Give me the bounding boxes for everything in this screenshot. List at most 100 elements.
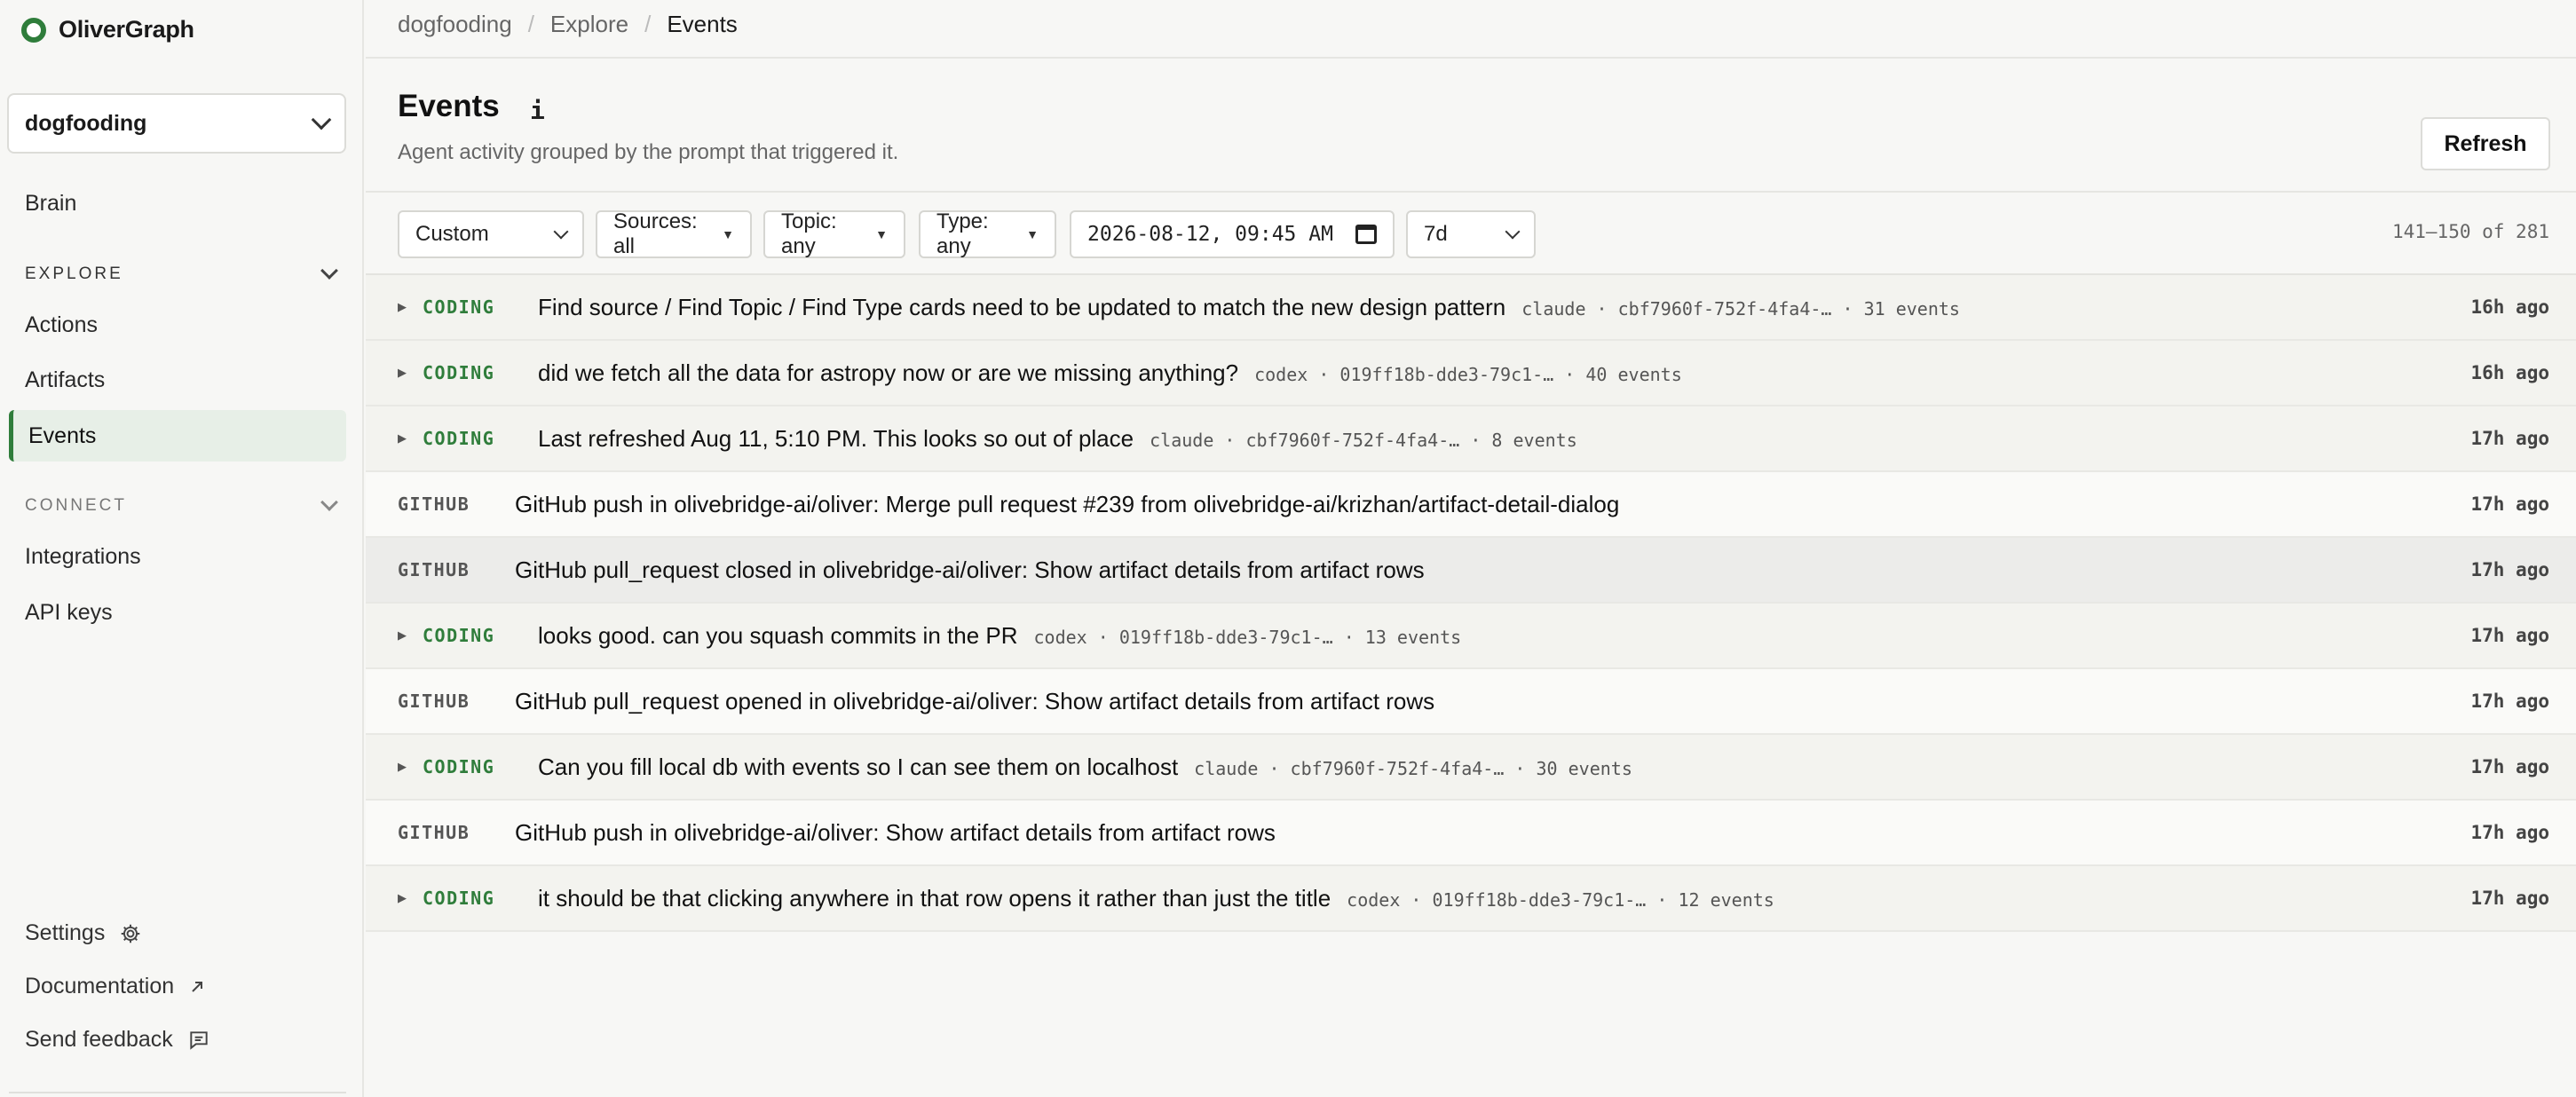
event-row[interactable]: ▶ CODING did we fetch all the data for as…	[366, 341, 2576, 406]
caret-down-icon: ▼	[875, 227, 888, 241]
sources-filter-label: Sources: all	[613, 209, 698, 258]
event-body: GitHub pull_request opened in olivebridg…	[515, 688, 1434, 715]
settings-link[interactable]: Settings	[25, 920, 142, 946]
page-title: Events	[398, 89, 500, 123]
event-type-tag: CODING	[423, 428, 495, 449]
expand-triangle-icon[interactable]: ▶	[398, 628, 407, 643]
chevron-down-icon	[311, 109, 332, 130]
event-message: it should be that clicking anywhere in t…	[538, 884, 1331, 912]
event-body: Can you fill local db with events so I c…	[538, 754, 1632, 781]
event-message: GitHub pull_request closed in olivebridg…	[515, 556, 1425, 583]
expand-triangle-icon[interactable]: ▶	[398, 300, 407, 314]
event-time: 16h ago	[2470, 362, 2549, 383]
external-link-icon	[192, 981, 203, 992]
pagination-summary: 141–150 of 281	[2391, 221, 2549, 242]
type-filter-label: Type: any	[936, 209, 989, 258]
chevron-down-icon	[553, 224, 569, 240]
event-type-tag: CODING	[423, 756, 495, 777]
divider	[9, 1092, 346, 1093]
event-body: GitHub push in olivebridge-ai/oliver: Sh…	[515, 819, 1276, 847]
event-body: did we fetch all the data for astropy no…	[538, 359, 1682, 387]
range-preset-value: Custom	[415, 222, 489, 246]
brand[interactable]: OliverGraph	[21, 16, 194, 43]
expand-triangle-icon[interactable]: ▶	[398, 366, 407, 380]
event-row[interactable]: GITHUB GitHub pull_request opened in oli…	[366, 669, 2576, 735]
sidebar: OliverGraph dogfooding Brain EXPLORE Act…	[0, 0, 364, 1097]
datetime-value: 2026-08-12, 09:45 AM	[1087, 223, 1333, 246]
sidebar-item-brain[interactable]: Brain	[9, 178, 346, 229]
breadcrumb-separator: /	[644, 11, 652, 37]
sources-filter[interactable]: Sources: all ▼	[596, 209, 752, 258]
event-message: GitHub push in olivebridge-ai/oliver: Me…	[515, 490, 1620, 517]
event-row[interactable]: ▶ CODING it should be that clicking anywh…	[366, 866, 2576, 932]
breadcrumb-item[interactable]: dogfooding	[398, 11, 512, 38]
event-meta: codex · 019ff18b-dde3-79c1-… · 13 events	[1033, 626, 1462, 648]
event-row[interactable]: GITHUB GitHub push in olivebridge-ai/oli…	[366, 801, 2576, 866]
sidebar-item-integrations[interactable]: Integrations	[9, 531, 346, 582]
window-select[interactable]: 7d	[1406, 210, 1536, 258]
event-type-tag: GITHUB	[398, 493, 470, 515]
main-content: dogfooding / Explore / Events Events i A…	[366, 0, 2576, 1097]
event-row[interactable]: GITHUB GitHub push in olivebridge-ai/oli…	[366, 472, 2576, 538]
event-time: 17h ago	[2470, 756, 2549, 777]
event-row[interactable]: ▶ CODING looks good. can you squash commi…	[366, 604, 2576, 669]
event-message: GitHub pull_request opened in olivebridg…	[515, 687, 1435, 714]
chevron-down-icon	[320, 493, 338, 511]
expand-triangle-icon[interactable]: ▶	[398, 891, 407, 905]
section-explore[interactable]: EXPLORE	[25, 262, 338, 284]
divider	[366, 57, 2576, 59]
app-name: OliverGraph	[59, 16, 194, 43]
gear-icon	[122, 924, 140, 943]
caret-down-icon: ▼	[1026, 227, 1039, 241]
event-type-tag: CODING	[423, 296, 495, 318]
sidebar-item-actions[interactable]: Actions	[9, 299, 346, 351]
breadcrumb: dogfooding / Explore / Events	[398, 11, 738, 38]
breadcrumb-current: Events	[667, 11, 738, 37]
event-type-tag: CODING	[423, 625, 495, 646]
section-connect[interactable]: CONNECT	[25, 493, 338, 516]
project-select[interactable]: dogfooding	[7, 93, 346, 154]
send-feedback-link[interactable]: Send feedback	[25, 1027, 210, 1053]
event-time: 17h ago	[2470, 493, 2549, 515]
event-row[interactable]: ▶ CODING Can you fill local db with event…	[366, 735, 2576, 801]
event-meta: claude · cbf7960f-752f-4fa4-… · 30 event…	[1194, 757, 1632, 779]
calendar-icon[interactable]	[1355, 225, 1377, 244]
info-icon[interactable]: i	[530, 96, 545, 125]
section-explore-label: EXPLORE	[25, 264, 123, 283]
expand-triangle-icon[interactable]: ▶	[398, 760, 407, 774]
topic-filter[interactable]: Topic: any ▼	[763, 209, 905, 258]
event-body: GitHub pull_request closed in olivebridg…	[515, 556, 1425, 584]
refresh-button[interactable]: Refresh	[2421, 117, 2550, 170]
event-row[interactable]: GITHUB GitHub pull_request closed in oli…	[366, 538, 2576, 604]
event-type-tag: GITHUB	[398, 822, 470, 843]
event-time: 16h ago	[2470, 296, 2549, 318]
range-preset-select[interactable]: Custom	[398, 210, 584, 258]
event-row[interactable]: ▶ CODING Find source / Find Topic / Find …	[366, 275, 2576, 341]
message-icon	[190, 1030, 208, 1050]
documentation-label: Documentation	[25, 974, 175, 998]
event-type-tag: GITHUB	[398, 559, 470, 580]
type-filter[interactable]: Type: any ▼	[919, 209, 1056, 258]
datetime-input[interactable]: 2026-08-12, 09:45 AM	[1070, 210, 1395, 258]
event-meta: codex · 019ff18b-dde3-79c1-… · 40 events	[1254, 363, 1682, 385]
event-row[interactable]: ▶ CODING Last refreshed Aug 11, 5:10 PM. …	[366, 406, 2576, 472]
event-time: 17h ago	[2470, 822, 2549, 843]
event-body: looks good. can you squash commits in th…	[538, 622, 1461, 650]
logo-icon	[21, 17, 46, 43]
feedback-label: Send feedback	[25, 1027, 173, 1052]
event-time: 17h ago	[2470, 691, 2549, 712]
sidebar-item-events[interactable]: Events	[9, 410, 346, 462]
caret-down-icon: ▼	[722, 227, 734, 241]
event-time: 17h ago	[2470, 559, 2549, 580]
documentation-link[interactable]: Documentation	[25, 974, 206, 999]
event-type-tag: GITHUB	[398, 691, 470, 712]
sidebar-item-api-keys[interactable]: API keys	[9, 587, 346, 638]
breadcrumb-item[interactable]: Explore	[550, 11, 628, 38]
expand-triangle-icon[interactable]: ▶	[398, 431, 407, 446]
window-value: 7d	[1424, 222, 1448, 246]
event-type-tag: CODING	[423, 362, 495, 383]
sidebar-item-artifacts[interactable]: Artifacts	[9, 354, 346, 406]
settings-label: Settings	[25, 920, 106, 945]
event-meta: codex · 019ff18b-dde3-79c1-… · 12 events	[1347, 888, 1774, 911]
event-time: 17h ago	[2470, 428, 2549, 449]
